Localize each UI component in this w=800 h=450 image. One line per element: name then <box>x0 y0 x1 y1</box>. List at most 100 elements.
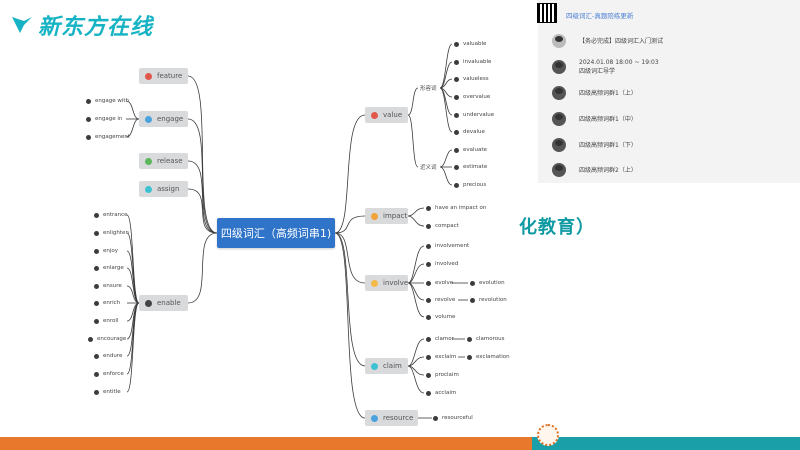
leaf-enlarge[interactable]: enlarge <box>94 264 124 272</box>
leaf-bullet-icon <box>94 248 99 254</box>
branch-release[interactable]: release <box>139 153 188 169</box>
branch-enable[interactable]: enable <box>139 295 188 311</box>
leaf-bullet-icon <box>94 230 99 236</box>
leaf-bullet-icon <box>86 98 91 104</box>
leaf-entitle[interactable]: entitle <box>94 388 121 396</box>
leaf-label: exclamation <box>476 354 510 360</box>
leaf-label: valueless <box>463 76 489 82</box>
leaf-bullet-icon <box>454 164 459 170</box>
leaf-undervalue[interactable]: undervalue <box>454 111 494 119</box>
course-item[interactable]: 四级高频词群1（下） <box>552 138 792 152</box>
branch-resource[interactable]: resource <box>365 410 418 426</box>
leaf-bullet-icon <box>426 243 431 249</box>
leaf-label: clamor <box>435 336 454 342</box>
branch-value-label: value <box>383 111 403 119</box>
branch-claim[interactable]: claim <box>365 358 408 374</box>
leaf-volume[interactable]: volume <box>426 313 455 321</box>
branch-value-marker <box>371 111 378 119</box>
leaf-label: involved <box>435 261 459 267</box>
leaf-label: endure <box>103 353 123 359</box>
leaf-valueless[interactable]: valueless <box>454 75 489 83</box>
leaf-precious[interactable]: precious <box>454 181 486 189</box>
leaf-label: entitle <box>103 389 121 395</box>
course-item-title: 四级高频词群2（上） <box>579 166 637 174</box>
leaf-clamor[interactable]: clamor <box>426 335 454 343</box>
course-panel-title[interactable]: 四级词汇-真题陪练更新 <box>566 10 633 20</box>
leaf-enrich[interactable]: enrich <box>94 299 120 307</box>
leaf-bullet-icon <box>426 261 431 267</box>
leaf-compact[interactable]: compact <box>426 222 459 230</box>
leaf-enforce[interactable]: enforce <box>94 370 124 378</box>
leaf-have-an-impact-on[interactable]: have an impact on <box>426 204 486 212</box>
leaf-resourceful[interactable]: resourceful <box>433 414 473 422</box>
leaf-enlighten[interactable]: enlighten <box>94 229 129 237</box>
course-item[interactable]: 四级高频词群2（上） <box>552 163 792 177</box>
branch-value[interactable]: value <box>365 107 408 123</box>
leaf-engage-with[interactable]: engage with <box>86 97 129 105</box>
leaf-bullet-icon <box>94 212 99 218</box>
leaf-bullet-icon <box>426 205 431 211</box>
branch-involve-marker <box>371 279 378 287</box>
leaf-bullet-icon <box>454 112 459 118</box>
leaf-ensure[interactable]: ensure <box>94 282 122 290</box>
leaf-bullet-icon <box>454 59 459 65</box>
value-group-synonyms[interactable]: 近义词 <box>420 163 437 171</box>
leaf-bullet-icon <box>426 354 431 360</box>
leaf-entrance[interactable]: entrance <box>94 211 128 219</box>
leaf-endure[interactable]: endure <box>94 352 122 360</box>
leaf-exclamation[interactable]: exclamation <box>467 353 510 361</box>
leaf-clamorous[interactable]: clamorous <box>467 335 505 343</box>
leaf-enjoy[interactable]: enjoy <box>94 247 118 255</box>
central-topic-node[interactable]: 四级词汇（高频词串1) <box>217 218 335 248</box>
branch-release-marker <box>145 157 152 165</box>
leaf-valuable[interactable]: valuable <box>454 40 486 48</box>
leaf-revolution[interactable]: revolution <box>470 296 507 304</box>
leaf-proclaim[interactable]: proclaim <box>426 371 459 379</box>
leaf-bullet-icon <box>470 280 475 286</box>
branch-engage[interactable]: engage <box>139 111 188 127</box>
leaf-bullet-icon <box>86 116 91 122</box>
leaf-label: engage with <box>95 98 130 104</box>
course-item[interactable]: 2024.01.08 18:00 ~ 19:03 四级词汇导学 <box>552 58 792 76</box>
leaf-invaluable[interactable]: invaluable <box>454 58 491 66</box>
value-group-adjectives[interactable]: 形容词 <box>420 84 437 92</box>
course-item[interactable]: 【务必完成】四级词汇入门测试 <box>552 34 792 48</box>
leaf-overvalue[interactable]: overvalue <box>454 93 490 101</box>
leaf-evolution[interactable]: evolution <box>470 279 505 287</box>
course-item[interactable]: 四级高频词群1（上） <box>552 86 792 100</box>
branch-assign-label: assign <box>157 185 180 193</box>
leaf-evaluate[interactable]: evaluate <box>454 146 487 154</box>
leaf-evolve[interactable]: evolve <box>426 279 453 287</box>
leaf-encourage[interactable]: encourage <box>88 335 126 343</box>
leaf-devalue[interactable]: devalue <box>454 128 485 136</box>
branch-feature[interactable]: feature <box>139 68 188 84</box>
leaf-bullet-icon <box>426 297 431 303</box>
branch-assign[interactable]: assign <box>139 181 188 197</box>
leaf-revolve[interactable]: revolve <box>426 296 455 304</box>
leaf-label: enforce <box>103 371 124 377</box>
leaf-involved[interactable]: involved <box>426 260 458 268</box>
leaf-acclaim[interactable]: acclaim <box>426 389 456 397</box>
footer-bar <box>0 437 800 450</box>
leaf-label: enlighten <box>103 230 129 236</box>
branch-enable-label: enable <box>157 299 181 307</box>
leaf-label: resourceful <box>442 415 473 421</box>
branch-involve[interactable]: involve <box>365 275 408 291</box>
leaf-involvement[interactable]: involvement <box>426 242 469 250</box>
leaf-bullet-icon <box>94 300 99 306</box>
course-item[interactable]: 四级高频词群1（中） <box>552 112 792 126</box>
leaf-exclaim[interactable]: exclaim <box>426 353 456 361</box>
leaf-label: overvalue <box>463 94 491 100</box>
branch-claim-label: claim <box>383 362 402 370</box>
course-item-title: 四级词汇导学 <box>579 68 616 75</box>
branch-impact[interactable]: impact <box>365 208 408 224</box>
leaf-label: involvement <box>435 243 470 249</box>
leaf-label: revolve <box>435 297 456 303</box>
footer-accent-stripe <box>0 437 532 450</box>
leaf-engagement[interactable]: engagement <box>86 133 130 141</box>
leaf-enroll[interactable]: enroll <box>94 317 118 325</box>
teacher-avatar <box>552 163 566 177</box>
course-item-time: 2024.01.08 18:00 ~ 19:03 <box>579 59 659 66</box>
leaf-engage-in[interactable]: engage in <box>86 115 122 123</box>
leaf-estimate[interactable]: estimate <box>454 163 487 171</box>
